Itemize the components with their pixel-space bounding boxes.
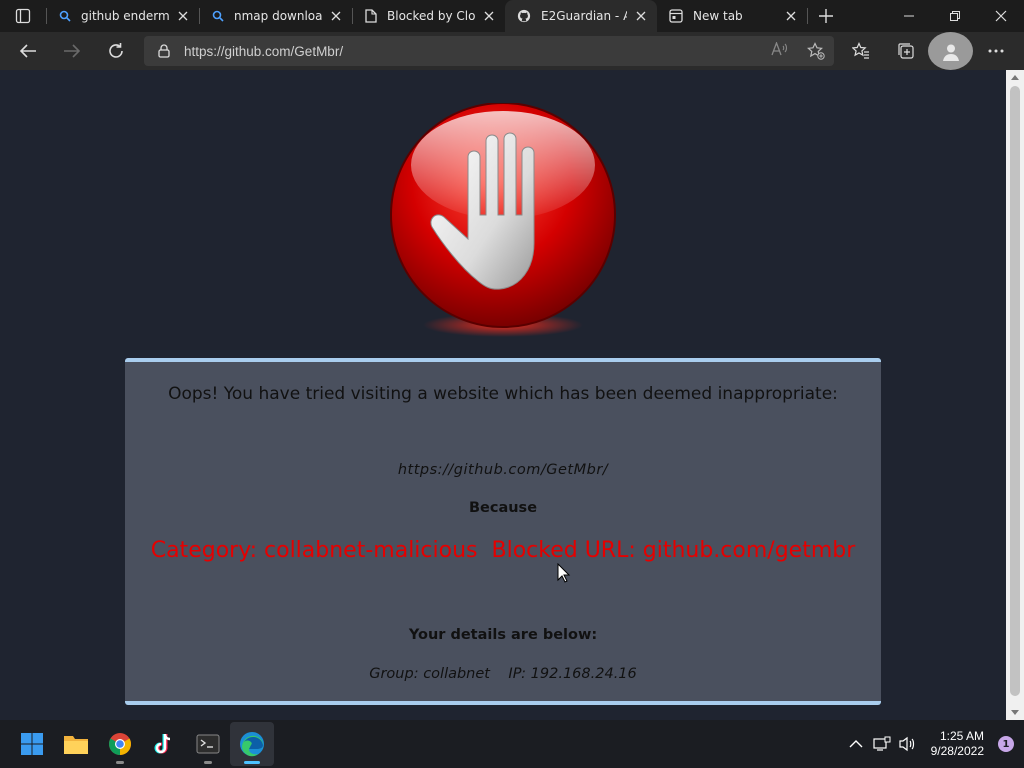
tab-title: github enderman [81,9,169,23]
address-bar[interactable]: https://github.com/GetMbr/ [144,36,834,66]
refresh-icon [109,43,123,58]
tab-title: nmap download [234,9,322,23]
blocked-url-text: https://github.com/GetMbr/ [397,462,609,478]
profile-button[interactable] [928,32,973,70]
tab-title: E2Guardian - Access Denied [541,9,627,23]
edge-button[interactable] [230,722,274,766]
close-icon [995,10,1007,22]
tiktok-button[interactable] [142,722,186,766]
favorites-button[interactable] [838,32,883,70]
block-heading: Oops! You have tried visiting a website … [168,384,838,404]
terminal-button[interactable] [186,722,230,766]
network-icon [873,736,891,751]
newtab-icon [669,9,683,23]
refresh-button[interactable] [94,32,138,70]
tab-actions-button[interactable] [0,0,46,32]
mouse-cursor-icon [557,563,571,583]
scroll-thumb[interactable] [1010,86,1020,696]
window-controls [886,0,1024,32]
volume-icon [899,736,914,752]
stop-hand-icon [390,103,616,337]
page-scrollbar[interactable] [1006,70,1024,720]
chrome-button[interactable] [98,722,142,766]
clock-time: 1:25 AM [939,729,984,743]
file-explorer-button[interactable] [54,722,98,766]
tab-nmap-search[interactable]: nmap download [200,0,352,32]
browser-toolbar: https://github.com/GetMbr/ [0,32,1024,70]
favorites-icon [851,42,869,59]
tab-title: Blocked by Cloudflare [387,9,475,23]
network-button[interactable] [869,736,895,752]
collections-icon [897,43,914,59]
github-icon [517,9,531,23]
read-aloud-icon [771,42,788,56]
minimize-icon [904,15,914,17]
edge-icon [240,732,264,757]
add-favorite-button[interactable] [798,42,834,60]
chrome-icon [109,733,131,755]
back-button[interactable] [6,32,50,70]
lock-icon[interactable] [158,44,170,58]
page-content: Oops! You have tried visiting a website … [0,70,1006,720]
collections-button[interactable] [883,32,928,70]
terminal-icon [196,734,220,754]
close-tab-icon[interactable] [481,8,497,24]
new-tab-button[interactable] [808,0,844,32]
chevron-up-icon [849,740,863,748]
clock-date: 9/28/2022 [930,744,984,758]
windows-logo-icon [21,733,43,755]
restore-button[interactable] [932,0,978,32]
block-reason: Category: collabnet-malicious Blocked UR… [150,538,856,563]
block-message-panel: Oops! You have tried visiting a website … [125,358,881,705]
tab-e2guardian[interactable]: E2Guardian - Access Denied [505,0,657,32]
tab-github-search[interactable]: github enderman [47,0,199,32]
details-heading: Your details are below: [408,627,598,643]
tab-title: New tab [693,9,743,23]
active-indicator [244,761,260,764]
more-dots-icon [988,49,1003,53]
close-window-button[interactable] [978,0,1024,32]
scroll-up-arrow-icon[interactable] [1011,75,1019,80]
tab-new-tab[interactable]: New tab [657,0,807,32]
folder-icon [64,736,88,754]
tab-actions-icon [15,8,31,24]
show-hidden-icons-button[interactable] [843,740,869,748]
running-indicator [204,761,212,764]
page-icon [365,9,377,23]
close-tab-icon[interactable] [633,8,649,24]
search-icon [212,10,224,22]
because-label: Because [468,500,538,516]
tab-blocked-cloudflare[interactable]: Blocked by Cloudflare [353,0,505,32]
scroll-down-arrow-icon[interactable] [1011,710,1019,715]
tab-strip: github enderman nmap download Blocked by… [0,0,1024,32]
group-ip-info: Group: collabnet IP: 192.168.24.16 [369,666,637,682]
star-add-icon [807,42,825,60]
tiktok-icon [154,733,171,754]
search-icon [59,10,71,22]
plus-icon [819,9,833,23]
running-indicator [116,761,124,764]
close-tab-icon[interactable] [175,8,191,24]
windows-taskbar: 1:25 AM 9/28/2022 1 [0,720,1024,768]
read-aloud-button[interactable] [762,42,798,60]
forward-button[interactable] [50,32,94,70]
url-text[interactable]: https://github.com/GetMbr/ [184,44,343,59]
start-button[interactable] [10,722,54,766]
settings-more-button[interactable] [973,32,1018,70]
avatar [928,32,973,70]
back-arrow-icon [19,44,36,58]
forward-arrow-icon [64,44,81,58]
volume-button[interactable] [895,736,921,752]
minimize-button[interactable] [886,0,932,32]
system-tray: 1:25 AM 9/28/2022 1 [843,729,1024,759]
clock[interactable]: 1:25 AM 9/28/2022 [931,729,984,759]
restore-icon [950,11,960,21]
close-tab-icon[interactable] [783,8,799,24]
close-tab-icon[interactable] [328,8,344,24]
notification-badge[interactable]: 1 [998,736,1014,752]
